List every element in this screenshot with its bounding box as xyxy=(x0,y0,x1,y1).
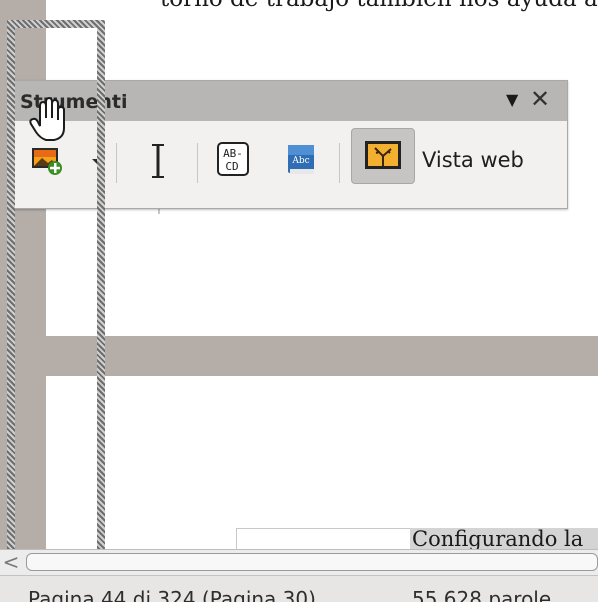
web-view-label[interactable]: Vista web xyxy=(422,148,524,172)
scroll-left-arrow-icon[interactable]: < xyxy=(0,550,22,576)
autocorrect-button[interactable]: AB- CD xyxy=(214,139,254,179)
word-count-status[interactable]: 55.628 parole xyxy=(412,587,551,602)
toolbar-separator xyxy=(116,143,117,183)
close-icon[interactable]: ✕ xyxy=(530,85,550,113)
text-cursor-icon xyxy=(152,144,164,178)
toolbar-separator xyxy=(339,143,340,183)
svg-text:AB-: AB- xyxy=(223,147,243,160)
svg-text:Abc: Abc xyxy=(291,156,309,166)
autocorrect-icon: AB- CD xyxy=(217,142,249,176)
status-bar: Pagina 44 di 324 (Pagina 30) 55.628 paro… xyxy=(0,575,598,602)
scroll-thumb[interactable] xyxy=(26,553,598,571)
document-text-top[interactable]: torno de trabajo también nos ayuda a xyxy=(160,0,598,20)
web-view-icon xyxy=(365,141,401,169)
page-count-status[interactable]: Pagina 44 di 324 (Pagina 30) xyxy=(28,587,316,602)
toolbar-separator xyxy=(197,143,198,183)
toolbar-menu-icon[interactable]: ▼ xyxy=(506,90,518,109)
text-cursor-button[interactable] xyxy=(146,139,170,183)
svg-text:CD: CD xyxy=(225,160,238,173)
web-view-button[interactable] xyxy=(351,128,415,184)
spellcheck-button[interactable]: Abc xyxy=(282,139,322,179)
horizontal-scrollbar[interactable]: < xyxy=(0,549,598,576)
spellcheck-icon: Abc xyxy=(288,145,314,174)
hand-grab-cursor xyxy=(29,96,65,141)
